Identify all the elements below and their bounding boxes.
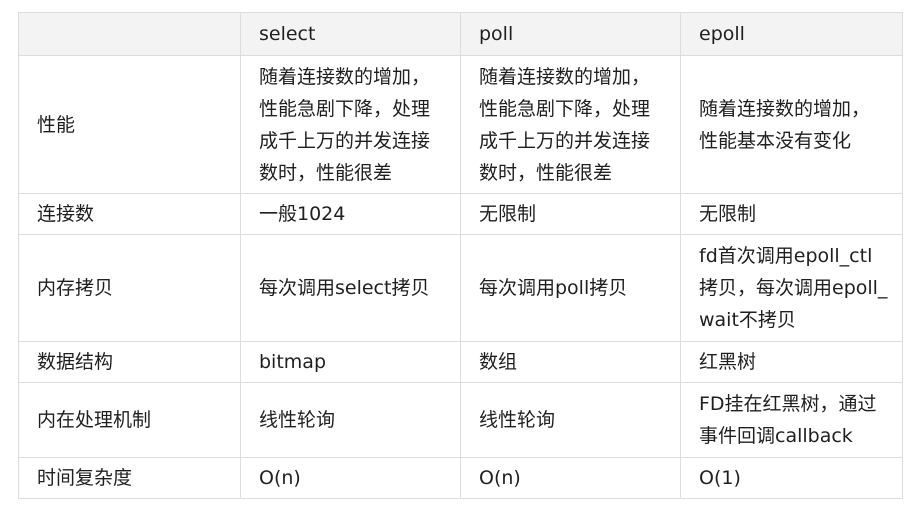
table-row: 内在处理机制 线性轮询 线性轮询 FD挂在红黑树，通过事件回调callback [18,382,903,458]
cell-epoll: 红黑树 [680,341,903,383]
header-blank [18,12,241,56]
cell-select: bitmap [240,341,461,383]
cell-epoll: fd首次调用epoll_ctl拷贝，每次调用epoll_wait不拷贝 [680,234,903,342]
row-label: 内在处理机制 [18,382,241,458]
header-epoll: epoll [680,12,903,56]
table-body: 性能 随着连接数的增加，性能急剧下降，处理成千上万的并发连接数时，性能很差 随着… [18,55,903,499]
table-row: 连接数 一般1024 无限制 无限制 [18,193,903,235]
table-row: 数据结构 bitmap 数组 红黑树 [18,341,903,383]
header-poll: poll [460,12,681,56]
cell-epoll: 随着连接数的增加，性能基本没有变化 [680,55,903,194]
cell-select: O(n) [240,457,461,499]
header-select: select [240,12,461,56]
cell-select: 每次调用select拷贝 [240,234,461,342]
table-row: 性能 随着连接数的增加，性能急剧下降，处理成千上万的并发连接数时，性能很差 随着… [18,55,903,194]
cell-poll: 无限制 [460,193,681,235]
row-label: 连接数 [18,193,241,235]
cell-select: 随着连接数的增加，性能急剧下降，处理成千上万的并发连接数时，性能很差 [240,55,461,194]
cell-epoll: O(1) [680,457,903,499]
cell-poll: 数组 [460,341,681,383]
cell-epoll: FD挂在红黑树，通过事件回调callback [680,382,903,458]
row-label: 内存拷贝 [18,234,241,342]
comparison-table: select poll epoll 性能 随着连接数的增加，性能急剧下降，处理成… [18,12,903,499]
cell-poll: 线性轮询 [460,382,681,458]
table-header: select poll epoll [18,12,903,56]
cell-poll: 随着连接数的增加，性能急剧下降，处理成千上万的并发连接数时，性能很差 [460,55,681,194]
cell-select: 线性轮询 [240,382,461,458]
header-row: select poll epoll [18,12,903,56]
cell-select: 一般1024 [240,193,461,235]
row-label: 时间复杂度 [18,457,241,499]
cell-poll: 每次调用poll拷贝 [460,234,681,342]
table-row: 时间复杂度 O(n) O(n) O(1) [18,457,903,499]
table-row: 内存拷贝 每次调用select拷贝 每次调用poll拷贝 fd首次调用epoll… [18,234,903,342]
cell-poll: O(n) [460,457,681,499]
row-label: 性能 [18,55,241,194]
cell-epoll: 无限制 [680,193,903,235]
row-label: 数据结构 [18,341,241,383]
